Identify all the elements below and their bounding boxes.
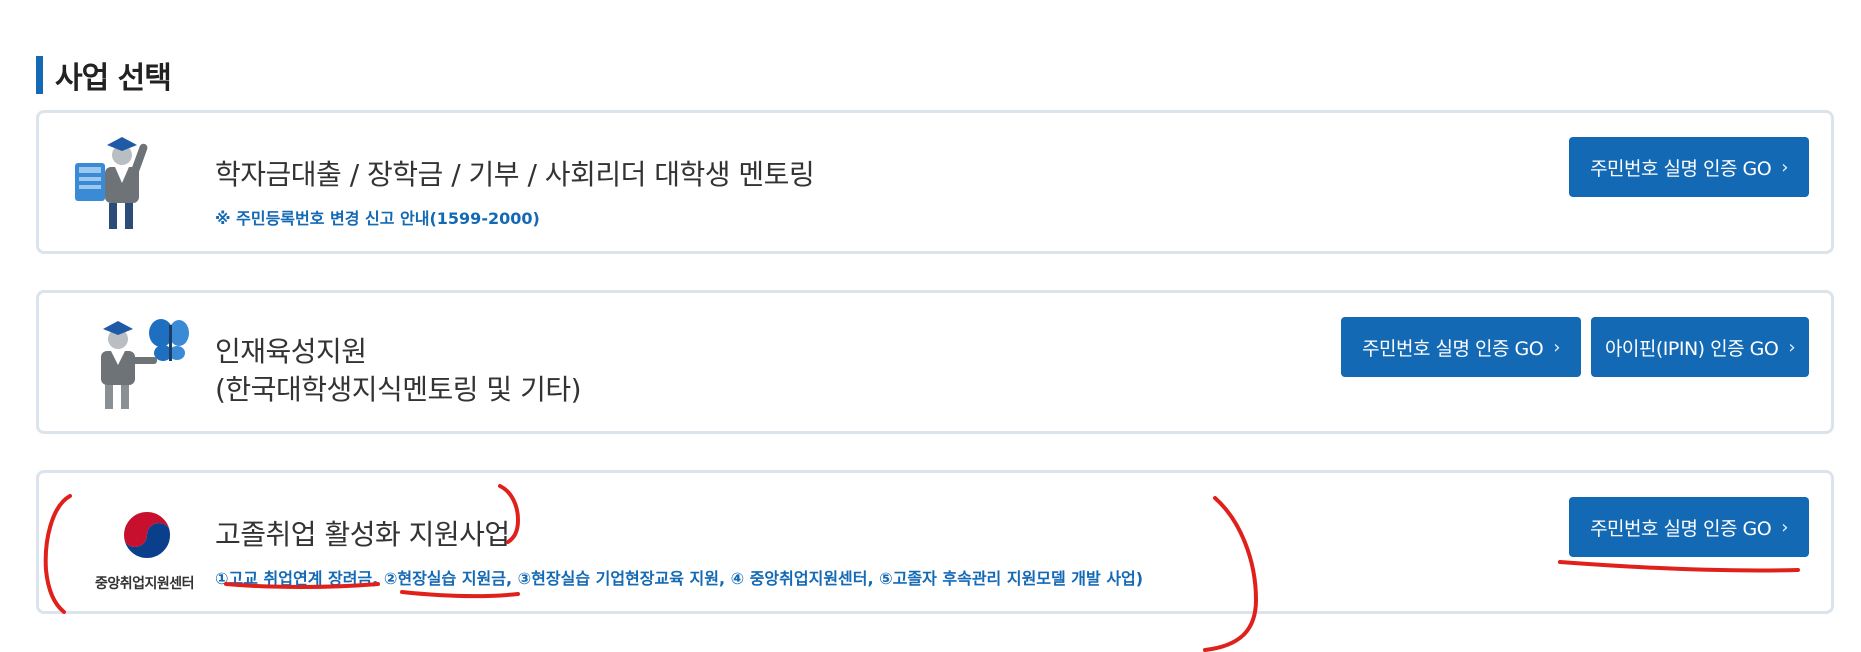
business-card-high-school-employment: 중앙취업지원센터 고졸취업 활성화 지원사업 ①고교 취업연계 장려금, ②현장… — [36, 470, 1834, 614]
rrn-verify-go-button[interactable]: 주민번호 실명 인증 GO › — [1341, 317, 1581, 377]
card-title: 학자금대출 / 장학금 / 기부 / 사회리더 대학생 멘토링 — [215, 158, 815, 191]
card-title: 고졸취업 활성화 지원사업 — [215, 518, 510, 551]
central-employment-center-logo: 중앙취업지원센터 — [71, 493, 195, 593]
card-title: 인재육성지원 (한국대학생지식멘토링 및 기타) — [215, 333, 582, 409]
section-title-bar — [36, 56, 43, 94]
button-label: 주민번호 실명 인증 GO — [1590, 517, 1772, 540]
rrn-verify-go-button[interactable]: 주민번호 실명 인증 GO › — [1569, 497, 1809, 557]
section-header: 사업 선택 — [36, 56, 172, 96]
chevron-right-icon: › — [1788, 336, 1796, 358]
business-card-talent-support: 인재육성지원 (한국대학생지식멘토링 및 기타) 주민번호 실명 인증 GO ›… — [36, 290, 1834, 434]
rrn-verify-go-button[interactable]: 주민번호 실명 인증 GO › — [1569, 137, 1809, 197]
ipin-verify-go-button[interactable]: 아이핀(IPIN) 인증 GO › — [1591, 317, 1809, 377]
business-card-student-loan: 학자금대출 / 장학금 / 기부 / 사회리더 대학생 멘토링 ※ 주민등록번호… — [36, 110, 1834, 254]
chevron-right-icon: › — [1553, 336, 1560, 358]
button-label: 주민번호 실명 인증 GO — [1590, 157, 1772, 180]
graduate-with-butterfly-icon — [71, 313, 189, 413]
chevron-right-icon: › — [1781, 156, 1788, 178]
logo-text: 중앙취업지원센터 — [95, 576, 195, 592]
card-title-line1: 인재육성지원 — [215, 335, 367, 368]
program-list-links[interactable]: ①고교 취업연계 장려금, ②현장실습 지원금, ③현장실습 기업현장교육 지원… — [215, 565, 1143, 589]
chevron-right-icon: › — [1781, 516, 1788, 538]
button-label: 주민번호 실명 인증 GO — [1362, 337, 1544, 360]
rrn-change-notice-link[interactable]: ※ 주민등록번호 변경 신고 안내(1599-2000) — [215, 205, 540, 229]
card-title-line2: (한국대학생지식멘토링 및 기타) — [215, 373, 582, 406]
government-emblem-icon — [122, 510, 172, 560]
button-label: 아이핀(IPIN) 인증 GO — [1604, 337, 1779, 360]
graduate-with-book-icon — [71, 133, 189, 233]
section-title: 사업 선택 — [55, 61, 172, 96]
